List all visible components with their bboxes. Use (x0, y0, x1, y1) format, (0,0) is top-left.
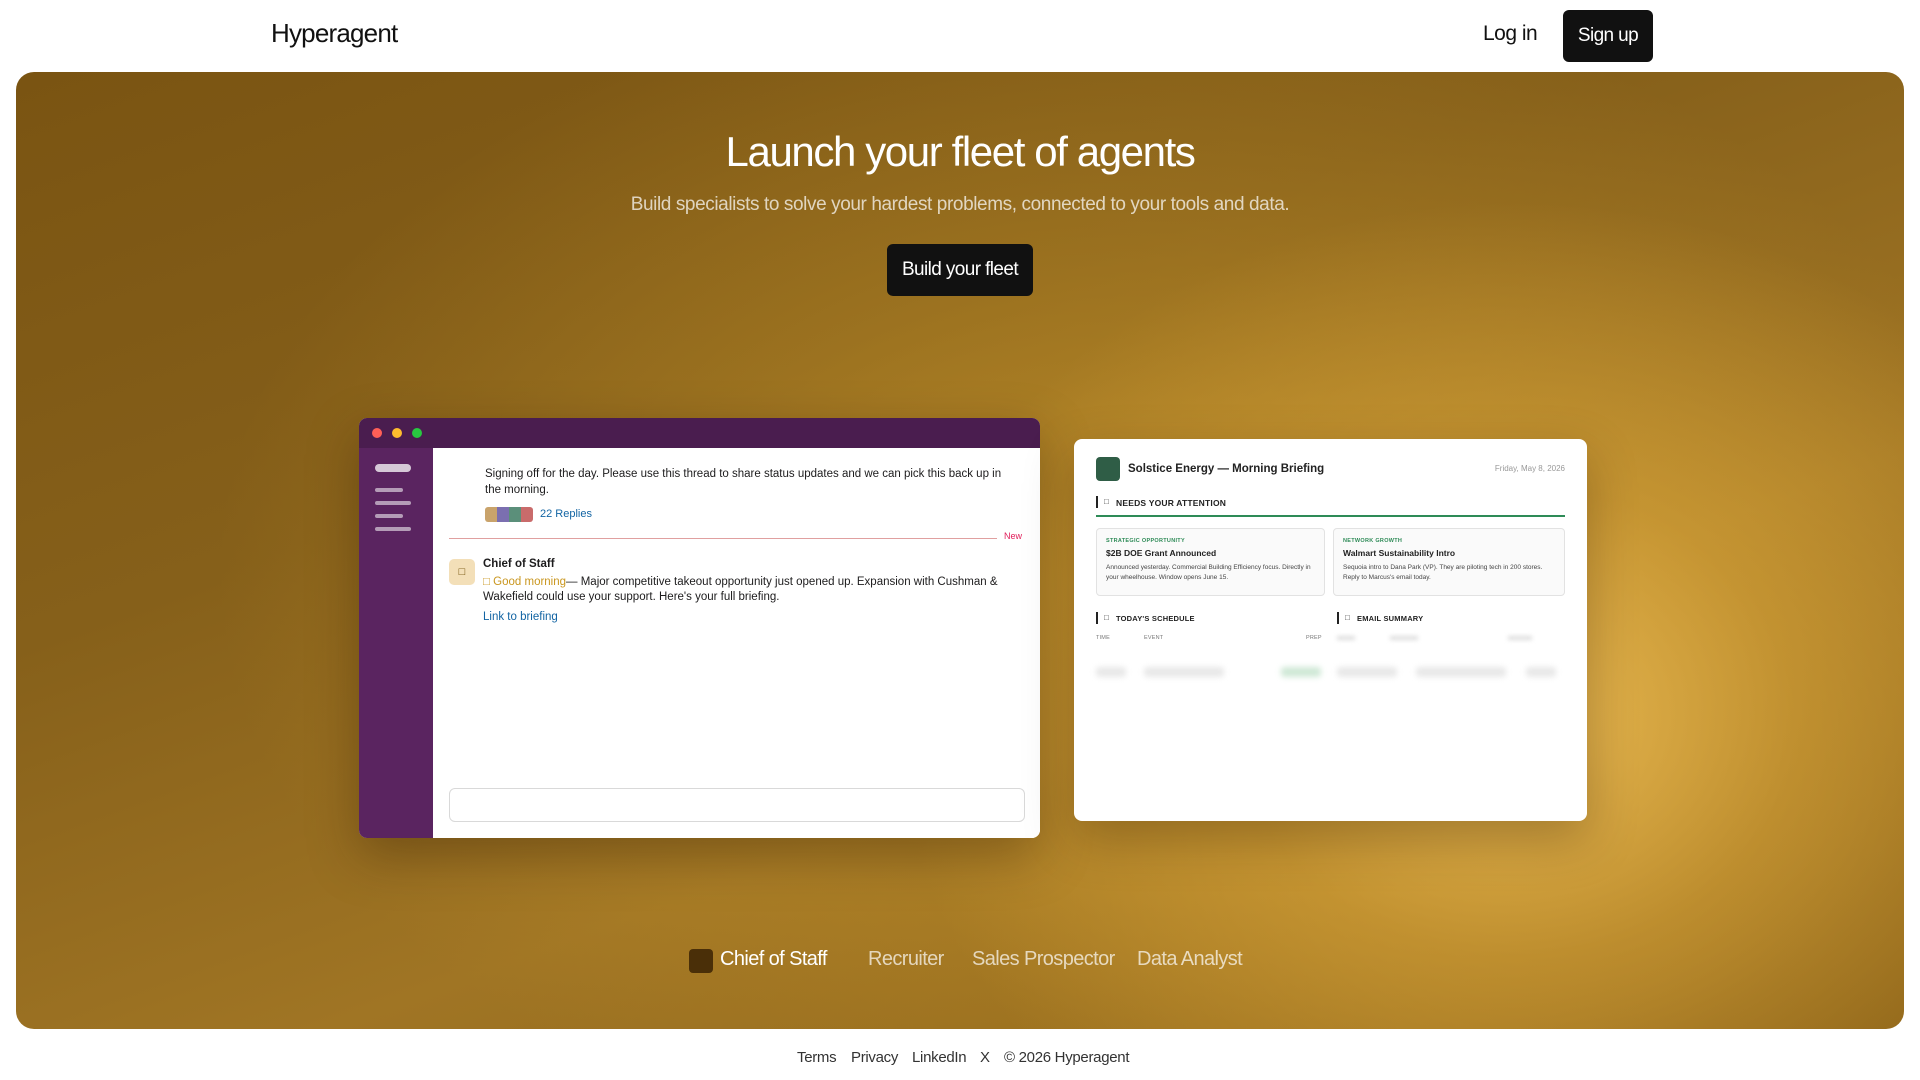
card-title: $2B DOE Grant Announced (1106, 548, 1217, 558)
signup-button[interactable]: Sign up (1563, 10, 1653, 62)
greeting-text: □ Good morning (483, 576, 567, 588)
sender-name: Chief of Staff (483, 558, 555, 570)
login-link[interactable]: Log in (1483, 22, 1538, 46)
minimize-dot-icon (392, 428, 402, 438)
chat-sidebar (359, 448, 433, 838)
hero-title: Launch your fleet of agents (725, 128, 1196, 175)
section-rule (1096, 515, 1565, 517)
blurred-schedule-row (1096, 661, 1565, 685)
briefing-link[interactable]: Link to briefing (483, 611, 558, 623)
column-header: TIME (1096, 635, 1110, 641)
logo[interactable]: Hyperagent (271, 18, 398, 49)
sidebar-line (375, 488, 403, 492)
agent-tab-chief-of-staff[interactable]: Chief of Staff (720, 948, 827, 971)
column-header (1337, 636, 1355, 640)
agent-selector: Chief of Staff Recruiter Sales Prospecto… (16, 940, 1904, 980)
needs-attention-heading: NEEDS YOUR ATTENTION (1116, 498, 1227, 508)
column-header: PREP (1306, 635, 1322, 641)
message-composer[interactable] (449, 788, 1025, 822)
sidebar-line (375, 514, 403, 518)
card-body: Sequoia intro to Dana Park (VP). They ar… (1343, 564, 1543, 581)
agent-icon (689, 949, 713, 973)
chief-of-staff-message: □ Good morning— Major competitive takeou… (483, 575, 1023, 605)
terms-link[interactable]: Terms (797, 1049, 837, 1066)
column-header (1508, 636, 1532, 640)
hero-subtitle: Build specialists to solve your hardest … (630, 194, 1290, 215)
agent-tab-data-analyst[interactable]: Data Analyst (1137, 948, 1243, 971)
linkedin-link[interactable]: LinkedIn (912, 1049, 967, 1066)
section-marker (1096, 496, 1098, 508)
top-nav: Hyperagent Log in Sign up (0, 0, 1920, 72)
column-header: EVENT (1144, 635, 1164, 641)
build-fleet-button[interactable]: Build your fleet (887, 244, 1033, 296)
hero-section: Launch your fleet of agents Build specia… (16, 72, 1904, 1029)
opportunity-card[interactable]: NETWORK GROWTH Walmart Sustainability In… (1333, 528, 1565, 596)
card-title: Walmart Sustainability Intro (1343, 548, 1456, 558)
chat-window-preview: Signing off for the day. Please use this… (359, 418, 1040, 838)
column-header (1390, 636, 1418, 640)
agent-tab-sales-prospector[interactable]: Sales Prospector (972, 948, 1115, 971)
replies-link[interactable]: 22 Replies (540, 508, 592, 520)
sidebar-line (375, 501, 411, 505)
company-logo (1096, 457, 1120, 481)
new-divider (449, 538, 997, 539)
chief-of-staff-avatar: □ (449, 559, 475, 585)
agent-tab-recruiter[interactable]: Recruiter (868, 948, 944, 971)
email-icon: □ (1345, 613, 1350, 622)
schedule-heading: TODAY'S SCHEDULE (1116, 614, 1195, 623)
section-marker (1096, 612, 1098, 624)
thread-message: Signing off for the day. Please use this… (485, 468, 1002, 496)
workspace-icon (375, 464, 411, 472)
privacy-link[interactable]: Privacy (851, 1049, 898, 1066)
briefing-date: Friday, May 8, 2026 (1494, 464, 1565, 473)
x-link[interactable]: X (980, 1049, 990, 1066)
card-tag: STRATEGIC OPPORTUNITY (1106, 538, 1185, 544)
chat-main: Signing off for the day. Please use this… (433, 448, 1040, 838)
close-dot-icon (372, 428, 382, 438)
sidebar-line (375, 527, 411, 531)
window-titlebar (359, 418, 1040, 448)
opportunity-card[interactable]: STRATEGIC OPPORTUNITY $2B DOE Grant Anno… (1096, 528, 1325, 596)
email-summary-heading: EMAIL SUMMARY (1357, 614, 1424, 623)
copyright: © 2026 Hyperagent (1004, 1049, 1130, 1066)
briefing-title: Solstice Energy — Morning Briefing (1128, 463, 1325, 475)
calendar-icon: □ (1104, 613, 1109, 622)
reply-avatars (485, 507, 533, 522)
card-body: Announced yesterday. Commercial Building… (1106, 564, 1311, 581)
attention-icon: □ (1104, 497, 1109, 506)
section-marker (1337, 612, 1339, 624)
maximize-dot-icon (412, 428, 422, 438)
footer: Terms Privacy LinkedIn X © 2026 Hyperage… (0, 1046, 1920, 1070)
card-tag: NETWORK GROWTH (1343, 538, 1403, 544)
new-label: New (1004, 531, 1023, 541)
briefing-preview: Solstice Energy — Morning Briefing Frida… (1074, 439, 1587, 821)
